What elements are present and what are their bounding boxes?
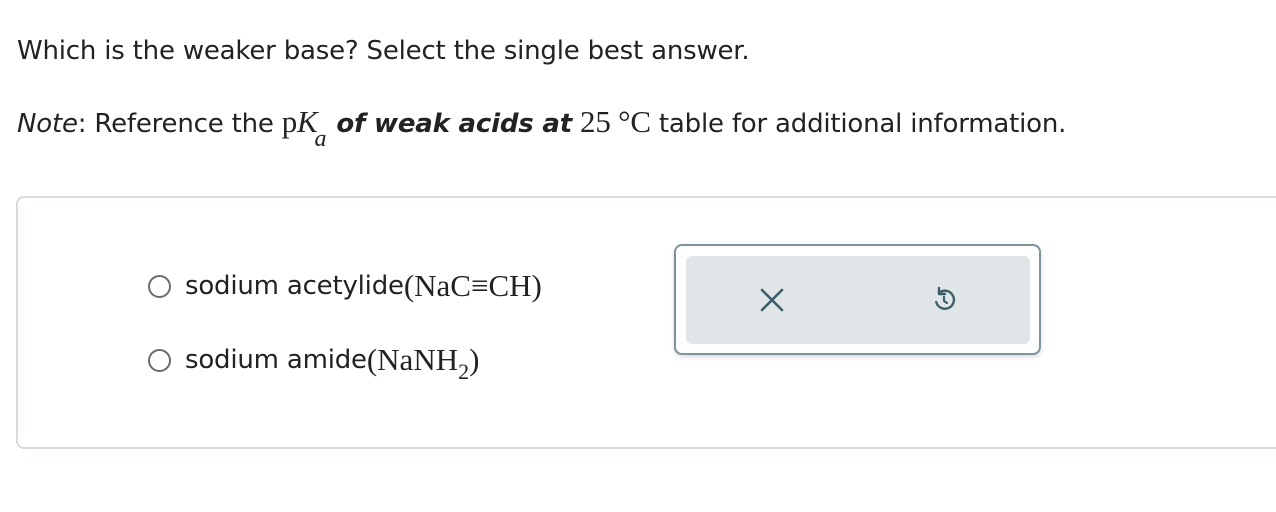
radio-button[interactable] bbox=[148, 274, 171, 298]
pka-table-link[interactable]: of weak acids at bbox=[336, 109, 572, 139]
note-line: Note: Reference the pKa of weak acids at… bbox=[17, 104, 1067, 152]
question-text: Which is the weaker base? Select the sin… bbox=[17, 36, 750, 66]
option-sodium-amide[interactable]: sodium amide (NaNH2) bbox=[148, 342, 480, 384]
formula-end: ) bbox=[469, 342, 480, 377]
undo-icon bbox=[935, 286, 956, 310]
answer-panel bbox=[16, 196, 1276, 449]
option-formula: (NaNH2) bbox=[366, 342, 480, 384]
close-icon bbox=[760, 288, 784, 312]
note-label: Note bbox=[17, 109, 78, 139]
option-sodium-acetylide[interactable]: sodium acetylide (NaC≡CH) bbox=[148, 268, 542, 304]
clear-button[interactable] bbox=[750, 278, 794, 322]
page: Which is the weaker base? Select the sin… bbox=[0, 0, 1276, 512]
option-label: sodium amide bbox=[185, 345, 367, 375]
note-suffix: table for additional information. bbox=[650, 109, 1067, 139]
radio-button[interactable] bbox=[148, 348, 171, 372]
formula-main: (NaNH bbox=[366, 342, 459, 377]
option-formula: (NaC≡CH) bbox=[403, 268, 542, 303]
answer-tools-bar bbox=[686, 256, 1030, 344]
answer-tools bbox=[674, 244, 1041, 355]
note-prefix: Reference the bbox=[86, 109, 282, 139]
pk-p: p bbox=[281, 104, 298, 139]
pk-subscript: a bbox=[314, 126, 327, 152]
undo-button[interactable] bbox=[922, 278, 966, 322]
temperature: 25 °C bbox=[580, 104, 651, 139]
option-label: sodium acetylide bbox=[185, 271, 404, 301]
formula-subscript: 2 bbox=[458, 359, 470, 384]
